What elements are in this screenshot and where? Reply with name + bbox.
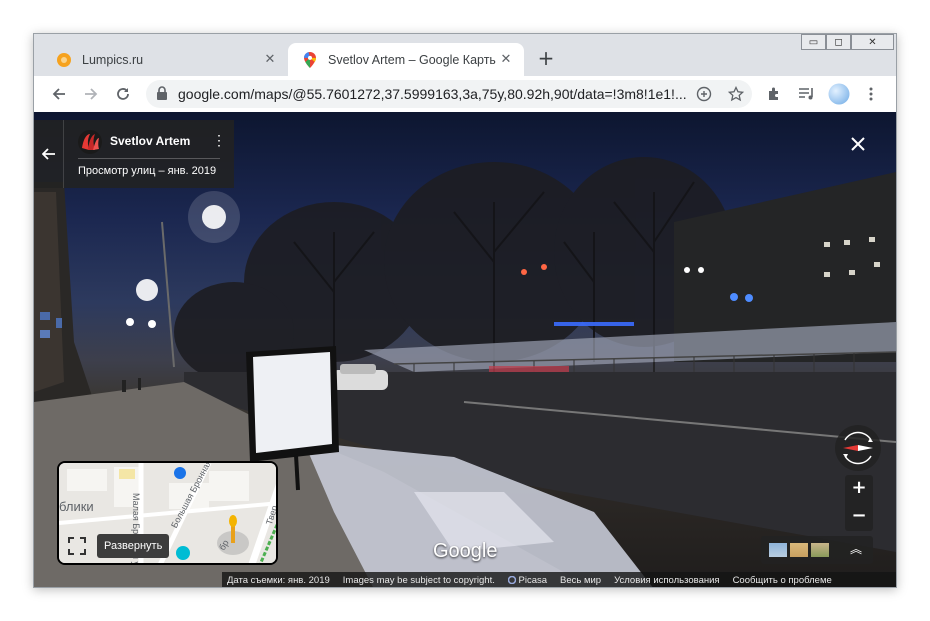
- tab-lumpics[interactable]: Lumpics.ru ✕: [42, 43, 288, 76]
- terms-link[interactable]: Условия использования: [614, 575, 719, 586]
- puzzle-icon: [769, 87, 778, 100]
- expand-map-button[interactable]: [67, 536, 87, 556]
- star-icon[interactable]: [726, 84, 746, 104]
- arrow-left-icon: [52, 88, 65, 100]
- close-street-view-button[interactable]: [846, 132, 870, 156]
- zoom-in-button[interactable]: +: [845, 475, 873, 503]
- more-vert-icon: [869, 87, 873, 101]
- report-problem-link[interactable]: Сообщить о проблеме: [733, 575, 832, 586]
- arrow-left-icon: [41, 148, 55, 160]
- profile-button[interactable]: [826, 81, 852, 107]
- region-link[interactable]: Весь мир: [560, 575, 601, 586]
- lumpics-favicon-icon: [56, 52, 72, 68]
- tab-close-button[interactable]: ✕: [260, 52, 280, 67]
- new-tab-button[interactable]: +: [534, 47, 558, 71]
- picasa-link[interactable]: Picasa: [507, 575, 548, 586]
- minimap[interactable]: блики Малая Бронная ул. Большая Бронная …: [57, 461, 278, 565]
- minimize-button[interactable]: ▭: [801, 34, 826, 50]
- tab-title: Lumpics.ru: [82, 52, 144, 67]
- zoom-out-button[interactable]: −: [845, 503, 873, 531]
- address-bar[interactable]: google.com/maps/@55.7601272,37.5999163,3…: [146, 80, 752, 108]
- compass-icon: [843, 431, 873, 465]
- extensions-button[interactable]: [762, 81, 788, 107]
- back-button[interactable]: [46, 81, 72, 107]
- tab-close-button[interactable]: ✕: [496, 52, 516, 67]
- maximize-button[interactable]: ◻: [826, 34, 851, 50]
- expand-thumbnails-button[interactable]: ︽: [850, 540, 862, 557]
- photo-thumbnail[interactable]: [769, 543, 787, 557]
- reload-button[interactable]: [110, 81, 136, 107]
- add-icon[interactable]: [694, 84, 714, 104]
- browser-window: ▭ ◻ ✕ Lumpics.ru ✕ Svetlov Artem – Googl…: [33, 33, 897, 588]
- street-view-panorama[interactable]: Svetlov Artem ⋮ Просмотр улиц – янв. 201…: [34, 112, 896, 587]
- photo-thumbnail[interactable]: [790, 543, 808, 557]
- attribution-bar: Дата съемки: янв. 2019 Images may be sub…: [222, 572, 896, 587]
- google-logo: Google: [433, 540, 498, 562]
- map-place-label: блики: [59, 499, 94, 514]
- copyright-notice: Images may be subject to copyright.: [342, 575, 495, 586]
- fullscreen-icon: [68, 537, 86, 555]
- capture-date: Дата съемки: янв. 2019: [227, 575, 330, 586]
- url-text[interactable]: google.com/maps/@55.7601272,37.5999163,3…: [178, 86, 688, 102]
- owner-avatar[interactable]: [78, 130, 102, 154]
- owner-name[interactable]: Svetlov Artem: [110, 134, 190, 148]
- avatar: [828, 83, 850, 105]
- toolbar: google.com/maps/@55.7601272,37.5999163,3…: [34, 76, 896, 112]
- arrow-right-icon: [85, 88, 98, 100]
- photo-thumbnail-strip: ︽: [761, 536, 873, 564]
- photo-thumbnail[interactable]: [811, 543, 829, 557]
- picasa-icon: [507, 575, 517, 585]
- playlist-music-icon: [799, 88, 813, 100]
- lock-icon: [156, 86, 168, 105]
- street-view-date-label[interactable]: Просмотр улиц – янв. 2019: [78, 165, 216, 177]
- media-control-button[interactable]: [794, 81, 820, 107]
- tab-title: Svetlov Artem – Google Карты: [328, 52, 496, 67]
- google-maps-pin-icon: [302, 51, 318, 68]
- back-to-map-button[interactable]: [34, 120, 64, 188]
- close-window-button[interactable]: ✕: [851, 34, 894, 50]
- compass-control[interactable]: [835, 425, 881, 471]
- expand-tooltip: Развернуть: [97, 534, 170, 558]
- chrome-menu-button[interactable]: [858, 81, 884, 107]
- zoom-control: + −: [845, 475, 873, 531]
- close-icon: [851, 137, 865, 151]
- divider: [78, 158, 220, 159]
- tab-google-maps[interactable]: Svetlov Artem – Google Карты ✕: [288, 43, 524, 76]
- forward-button[interactable]: [78, 81, 104, 107]
- reload-icon: [117, 88, 129, 100]
- more-vert-icon[interactable]: ⋮: [212, 132, 226, 149]
- street-view-info-card: Svetlov Artem ⋮ Просмотр улиц – янв. 201…: [34, 120, 234, 188]
- picasa-label: Picasa: [518, 575, 548, 586]
